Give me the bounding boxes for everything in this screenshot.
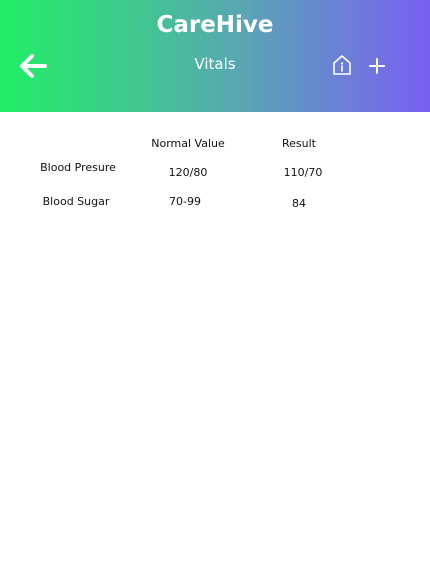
- row-blood-pressure-label: Blood Presure: [40, 161, 116, 174]
- app-title: CareHive: [156, 12, 274, 38]
- column-header-normal-value: Normal Value: [151, 137, 225, 150]
- row-blood-sugar-label: Blood Sugar: [42, 195, 110, 208]
- add-button[interactable]: [366, 55, 388, 77]
- row-blood-sugar-normal: 70-99: [169, 195, 201, 208]
- home-info-icon: [333, 55, 351, 75]
- app-header: CareHive Vitals: [0, 0, 430, 112]
- home-info-button[interactable]: [331, 54, 353, 76]
- row-blood-pressure-normal: 120/80: [168, 166, 208, 179]
- plus-icon: [369, 58, 385, 74]
- column-header-result: Result: [282, 137, 316, 150]
- row-blood-sugar-result: 84: [292, 197, 306, 210]
- row-blood-pressure-result: 110/70: [283, 166, 323, 179]
